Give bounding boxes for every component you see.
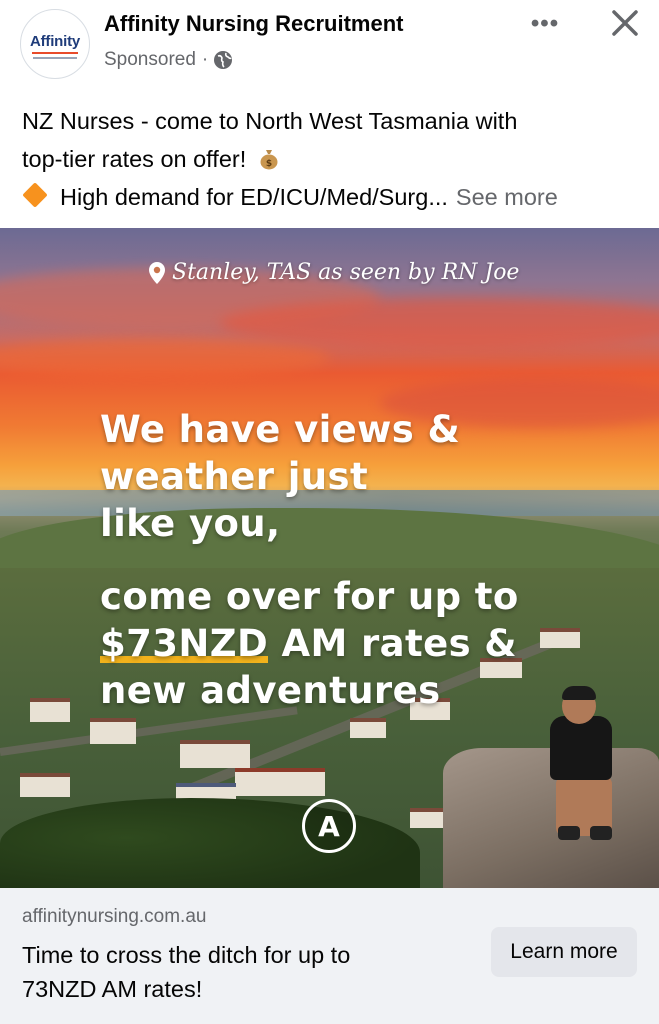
rate-highlight: $73NZD <box>100 622 269 665</box>
ad-headline-line-2: weather just <box>100 455 369 498</box>
avatar-logo-underline <box>32 52 78 54</box>
post-meta: Sponsored · <box>104 49 233 71</box>
ad-offer-line-2-text: AM rates & <box>268 622 517 665</box>
page-name-link[interactable]: Affinity Nursing Recruitment <box>104 11 403 37</box>
svg-text:$: $ <box>266 159 272 169</box>
location-caption: Stanley, TAS as seen by RN Joe <box>148 260 519 285</box>
link-title-line-2: 73NZD AM rates! <box>22 976 203 1002</box>
ad-image[interactable]: Stanley, TAS as seen by RN Joe We have v… <box>0 228 659 888</box>
ad-offer-line-2: $73NZD AM rates & <box>100 620 620 667</box>
sky-cloud <box>220 298 659 348</box>
person-shoe <box>558 826 580 840</box>
link-title-line-1: Time to cross the ditch for up to <box>22 942 351 968</box>
person-body <box>550 716 612 780</box>
ad-headline-line-3: like you, <box>100 502 281 545</box>
logo-letter: A <box>318 809 340 843</box>
meta-separator: · <box>201 49 209 70</box>
ad-headline-line-1: We have views & <box>100 408 461 451</box>
ad-offer-line-3: new adventures <box>100 669 441 712</box>
post-text-line-3: High demand for ED/ICU/Med/Surg... See mo… <box>22 178 647 216</box>
see-more-link[interactable]: See more <box>456 184 558 210</box>
house <box>20 773 70 797</box>
link-title[interactable]: Time to cross the ditch for up to 73NZD … <box>22 938 452 1006</box>
globe-icon[interactable] <box>213 50 233 70</box>
post-header: Affinity Affinity Nursing Recruitment Sp… <box>0 0 659 92</box>
house <box>235 768 325 796</box>
ad-headline: We have views & weather just like you, <box>100 406 620 547</box>
post-text-line-3-text: High demand for ED/ICU/Med/Surg... <box>60 184 448 210</box>
page-avatar[interactable]: Affinity <box>20 9 90 79</box>
orange-diamond-icon <box>22 182 48 208</box>
learn-more-button[interactable]: Learn more <box>491 927 637 977</box>
house <box>30 698 70 722</box>
affinity-logo-icon: A <box>302 799 356 853</box>
house <box>350 718 386 738</box>
close-button[interactable] <box>602 3 648 43</box>
house <box>180 740 250 768</box>
more-options-button[interactable]: ••• <box>522 6 568 42</box>
map-pin-icon <box>149 261 165 284</box>
close-icon <box>612 10 638 36</box>
ad-offer-line-1: come over for up to <box>100 575 519 618</box>
house <box>90 718 136 744</box>
more-dots-icon: ••• <box>530 10 560 37</box>
post-text-line-2: top-tier rates on offer! $ <box>22 140 647 178</box>
sky-cloud <box>0 338 330 378</box>
cta-bar[interactable]: affinitynursing.com.au Time to cross the… <box>0 888 659 1024</box>
sponsored-label[interactable]: Sponsored <box>104 49 196 71</box>
post-text-line-1: NZ Nurses - come to North West Tasmania … <box>22 108 518 134</box>
avatar-logo-subline <box>33 57 77 59</box>
money-bag-icon: $ <box>259 143 279 170</box>
post-text-line-2-text: top-tier rates on offer! <box>22 146 247 172</box>
post-text: NZ Nurses - come to North West Tasmania … <box>22 102 647 216</box>
avatar-logo-text: Affinity <box>29 33 81 50</box>
ad-offer: come over for up to $73NZD AM rates & ne… <box>100 573 620 714</box>
location-text: Stanley, TAS as seen by RN Joe <box>172 260 520 285</box>
house <box>410 808 446 828</box>
link-domain[interactable]: affinitynursing.com.au <box>22 906 206 928</box>
person-shoe <box>590 826 612 840</box>
